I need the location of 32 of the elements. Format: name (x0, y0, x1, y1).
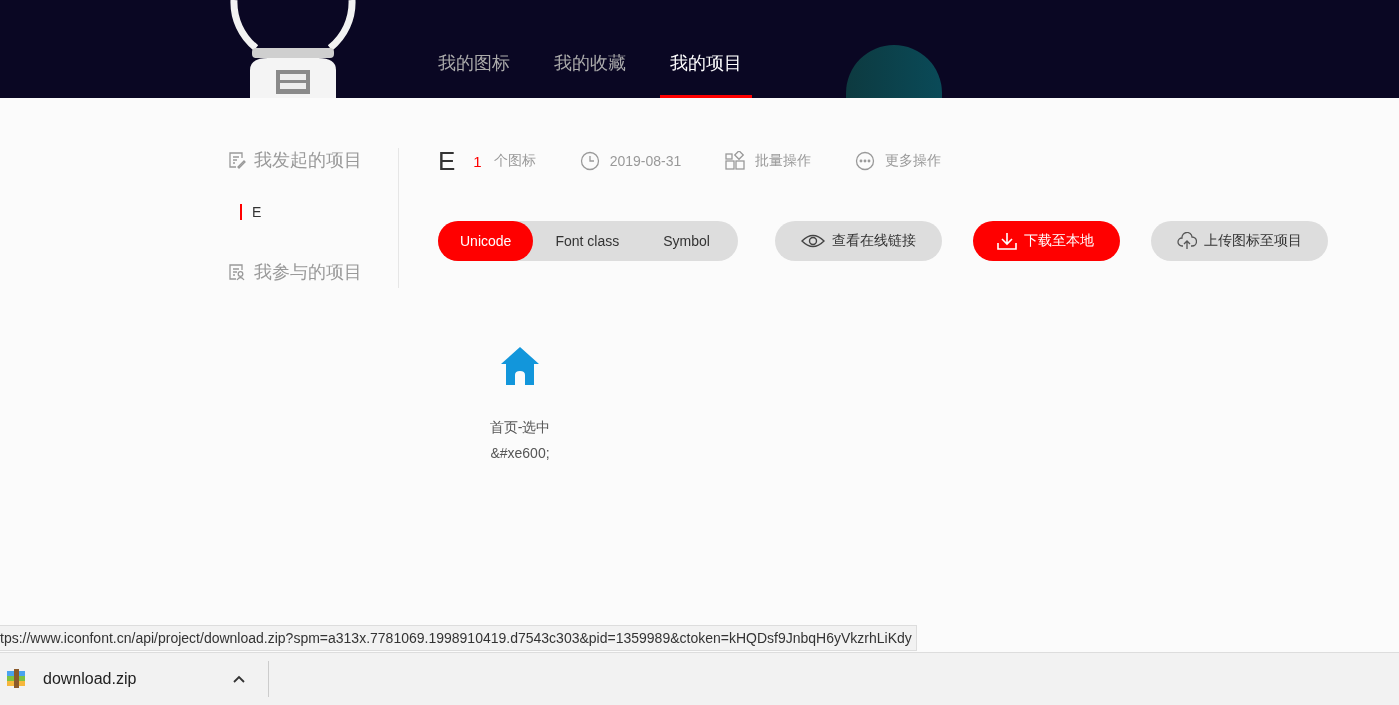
download-filename: download.zip (43, 670, 138, 688)
download-button[interactable]: 下载至本地 (973, 221, 1120, 261)
icon-name: 首页-选中 (489, 419, 551, 437)
download-item[interactable]: download.zip (0, 661, 269, 697)
caret-up-icon[interactable] (232, 674, 246, 684)
cloud-upload-icon (1177, 232, 1197, 250)
project-date: 2019-08-31 (609, 153, 682, 169)
format-tab[interactable]: Unicode (438, 221, 534, 261)
upload-button[interactable]: 上传图标至项目 (1151, 221, 1328, 261)
clock-icon (579, 151, 600, 171)
eye-icon (801, 233, 825, 249)
icon-count-label: 个图标 (493, 152, 536, 170)
view-button[interactable]: 查看在线链接 (775, 221, 942, 261)
person-document-icon (228, 263, 246, 281)
house-icon (499, 345, 541, 387)
icon-count: 1 (473, 152, 482, 170)
sidebar-section-title: 我发起的项目 (254, 149, 362, 172)
project-name: E (438, 145, 456, 177)
edit-document-icon (228, 151, 246, 169)
format-tab[interactable]: Font class (533, 221, 642, 261)
nav-tab[interactable]: 我的图标 (428, 51, 520, 98)
more-icon (855, 151, 876, 171)
archive-file-icon (6, 669, 26, 689)
download-icon (997, 232, 1017, 250)
grid-icon (725, 151, 746, 171)
nav-tab[interactable]: 我的项目 (660, 51, 752, 98)
status-url: tps://www.iconfont.cn/api/project/download.zip?spm=a313x.7781069.1998910419.d7543c303&pid=1359989&ctoken=kHQDsf9JnbqH6yVkzrhLiKdy (0, 625, 917, 651)
format-tab[interactable]: Symbol (641, 221, 732, 261)
icon-code: &#xe600; (490, 445, 550, 461)
nav-tab[interactable]: 我的收藏 (544, 51, 636, 98)
sidebar-section-title: 我参与的项目 (254, 261, 362, 284)
project-item[interactable]: E (240, 204, 262, 220)
